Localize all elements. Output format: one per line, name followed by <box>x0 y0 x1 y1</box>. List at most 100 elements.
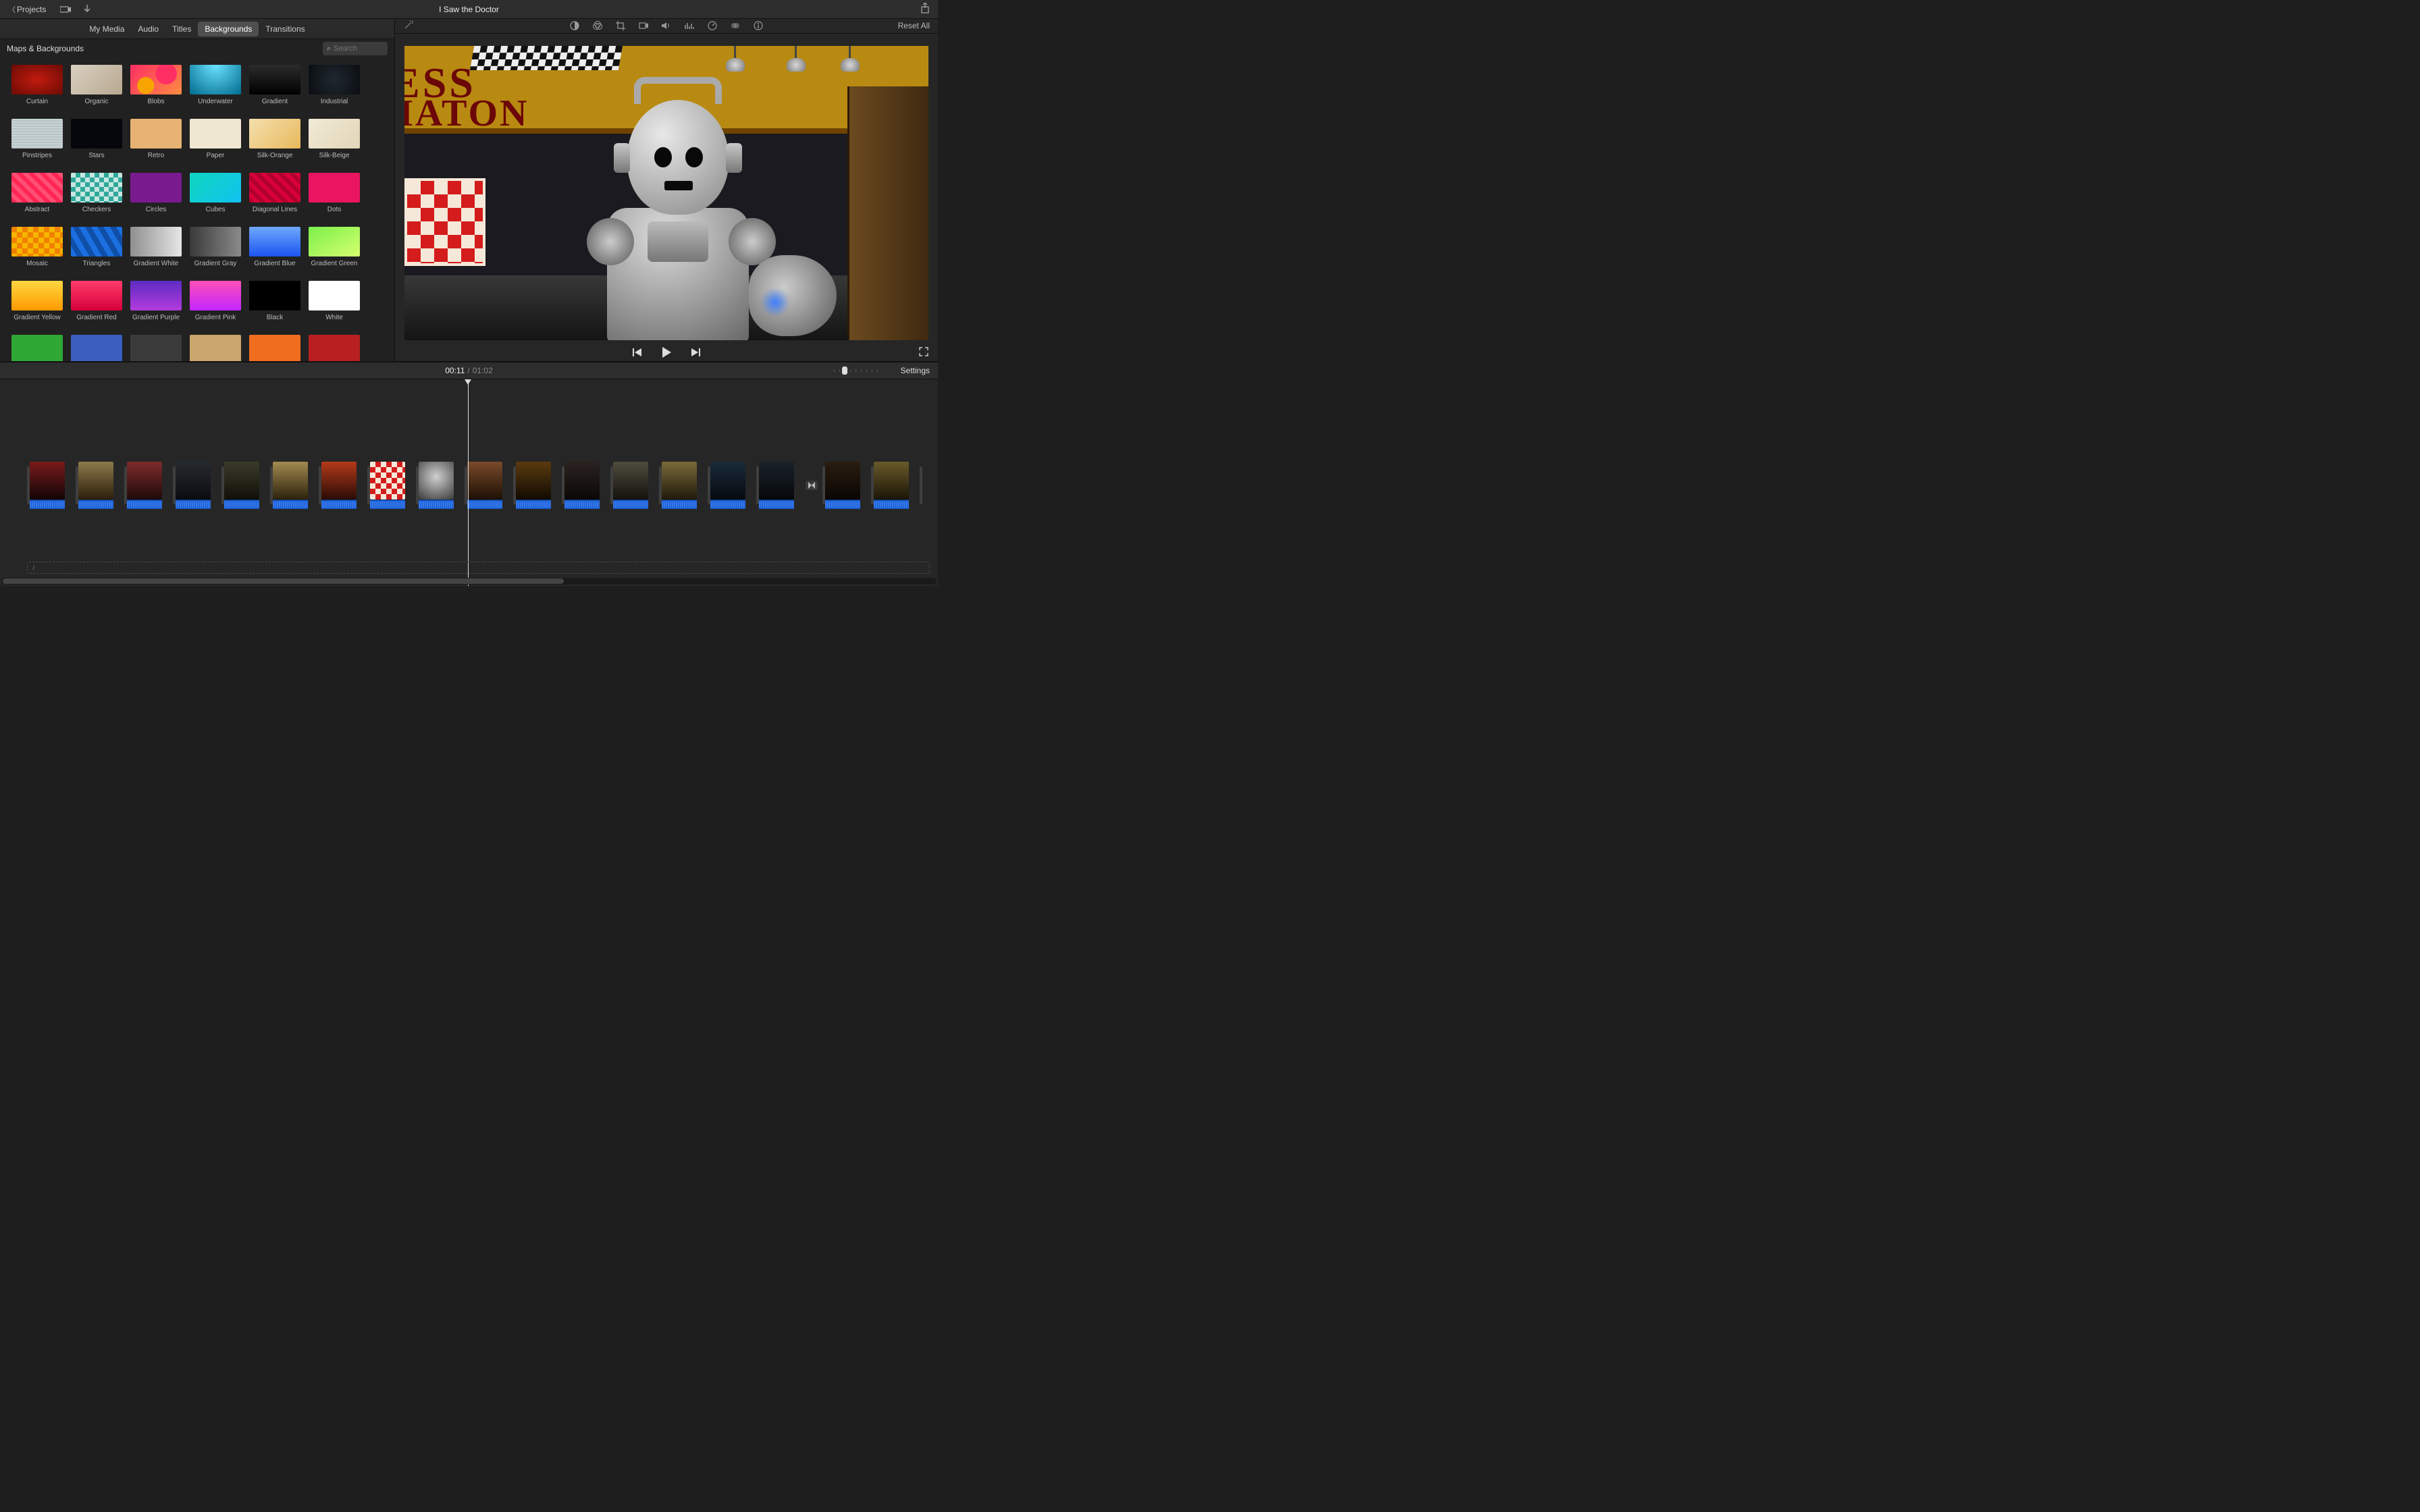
share-icon[interactable] <box>920 3 930 16</box>
clip-edge-handle[interactable] <box>367 466 370 504</box>
play-button[interactable] <box>660 346 673 358</box>
clip-edge-handle[interactable] <box>659 466 662 504</box>
background-item[interactable]: Diagonal Lines <box>246 173 304 213</box>
clip-edge-handle[interactable] <box>756 466 759 504</box>
timeline-clip[interactable] <box>825 462 867 509</box>
timeline-scrollbar[interactable] <box>1 578 937 585</box>
clip-edge-handle[interactable] <box>822 466 825 504</box>
background-item[interactable]: Blobs <box>127 65 185 105</box>
background-item[interactable]: Black <box>246 281 304 321</box>
prev-frame-button[interactable] <box>632 348 643 357</box>
next-frame-button[interactable] <box>690 348 701 357</box>
background-item[interactable]: Gradient Pink <box>186 281 244 321</box>
background-item[interactable]: Dots <box>305 173 363 213</box>
magic-wand-icon[interactable] <box>403 20 414 32</box>
reset-all-button[interactable]: Reset All <box>898 21 930 30</box>
background-item[interactable]: Pinstripes <box>8 119 66 159</box>
tab-audio[interactable]: Audio <box>131 22 165 36</box>
timeline-scrollbar-thumb[interactable] <box>3 578 564 584</box>
download-arrow-icon[interactable] <box>81 5 93 14</box>
clip-edge-handle[interactable] <box>610 466 613 504</box>
background-item[interactable]: Red <box>305 335 363 361</box>
search-field[interactable]: ⌕ <box>323 42 388 55</box>
projects-back-button[interactable]: 〈 Projects <box>4 3 50 16</box>
tab-backgrounds[interactable]: Backgrounds <box>198 22 259 36</box>
background-item[interactable]: Gradient Blue <box>246 227 304 267</box>
background-item[interactable]: Checkers <box>68 173 126 213</box>
fullscreen-button[interactable] <box>919 347 928 358</box>
background-item[interactable]: Gradient Gray <box>186 227 244 267</box>
clip-filter-icon[interactable] <box>730 20 741 31</box>
clip-edge-handle[interactable] <box>562 466 564 504</box>
timeline-clip[interactable] <box>78 462 120 509</box>
crop-icon[interactable] <box>615 20 626 31</box>
timeline[interactable]: ♪ <box>0 379 938 586</box>
background-item[interactable]: Stars <box>68 119 126 159</box>
timeline-clip[interactable] <box>176 462 217 509</box>
clip-edge-handle[interactable] <box>416 466 419 504</box>
tab-titles[interactable]: Titles <box>165 22 198 36</box>
background-item[interactable]: Triangles <box>68 227 126 267</box>
transition-icon[interactable] <box>805 480 818 491</box>
background-item[interactable]: Organic <box>68 65 126 105</box>
background-item[interactable]: Green <box>8 335 66 361</box>
background-item[interactable]: Gradient Yellow <box>8 281 66 321</box>
background-item[interactable]: Abstract <box>8 173 66 213</box>
background-item[interactable]: Gradient Green <box>305 227 363 267</box>
clip-edge-handle[interactable] <box>76 466 78 504</box>
timeline-clip[interactable] <box>662 462 704 509</box>
volume-icon[interactable] <box>661 20 672 31</box>
clip-edge-handle[interactable] <box>270 466 273 504</box>
timeline-clip[interactable] <box>710 462 752 509</box>
clip-edge-handle[interactable] <box>465 466 467 504</box>
background-item[interactable]: Orange <box>246 335 304 361</box>
backgrounds-grid[interactable]: CurtainOrganicBlobsUnderwaterGradientInd… <box>0 58 394 361</box>
noise-reduction-icon[interactable] <box>684 20 695 31</box>
timeline-clip[interactable] <box>759 462 801 509</box>
background-item[interactable]: Gray <box>127 335 185 361</box>
background-item[interactable]: Underwater <box>186 65 244 105</box>
background-item[interactable]: Gradient Red <box>68 281 126 321</box>
background-item[interactable]: Silk-Beige <box>305 119 363 159</box>
search-input[interactable] <box>334 45 374 53</box>
stabilize-icon[interactable] <box>638 20 649 31</box>
background-item[interactable]: Gradient White <box>127 227 185 267</box>
speed-icon[interactable] <box>707 20 718 31</box>
clip-edge-handle[interactable] <box>319 466 321 504</box>
timeline-clip[interactable] <box>874 462 916 509</box>
background-item[interactable]: Retro <box>127 119 185 159</box>
background-item[interactable]: Circles <box>127 173 185 213</box>
background-item[interactable]: Curtain <box>8 65 66 105</box>
timeline-clip[interactable] <box>467 462 509 509</box>
import-media-icon[interactable] <box>59 5 72 14</box>
timeline-clip[interactable] <box>30 462 72 509</box>
background-item[interactable]: White <box>305 281 363 321</box>
timeline-clip[interactable] <box>564 462 606 509</box>
timeline-clip[interactable] <box>224 462 266 509</box>
clip-edge-handle[interactable] <box>27 466 30 504</box>
background-item[interactable]: Mosaic <box>8 227 66 267</box>
clip-edge-handle[interactable] <box>871 466 874 504</box>
background-item[interactable]: Tan <box>186 335 244 361</box>
clip-edge-handle[interactable] <box>513 466 516 504</box>
preview-canvas[interactable]: ESS MATON <box>404 46 928 340</box>
background-item[interactable]: Gradient <box>246 65 304 105</box>
timeline-clip[interactable] <box>419 462 461 509</box>
background-item[interactable]: Industrial <box>305 65 363 105</box>
background-audio-lane[interactable]: ♪ <box>27 562 930 574</box>
timeline-clip[interactable] <box>321 462 363 509</box>
clip-edge-handle[interactable] <box>708 466 710 504</box>
clip-edge-handle[interactable] <box>173 466 176 504</box>
timeline-clip[interactable] <box>273 462 315 509</box>
background-item[interactable]: Paper <box>186 119 244 159</box>
color-balance-icon[interactable] <box>569 20 580 31</box>
timeline-clip[interactable] <box>613 462 655 509</box>
clip-edge-handle[interactable] <box>920 466 922 504</box>
background-item[interactable]: Gradient Purple <box>127 281 185 321</box>
playhead[interactable] <box>468 379 469 586</box>
zoom-slider[interactable] <box>834 369 881 372</box>
background-item[interactable]: Silk-Orange <box>246 119 304 159</box>
color-correction-icon[interactable] <box>592 20 603 31</box>
background-item[interactable]: Blue <box>68 335 126 361</box>
clip-edge-handle[interactable] <box>124 466 127 504</box>
